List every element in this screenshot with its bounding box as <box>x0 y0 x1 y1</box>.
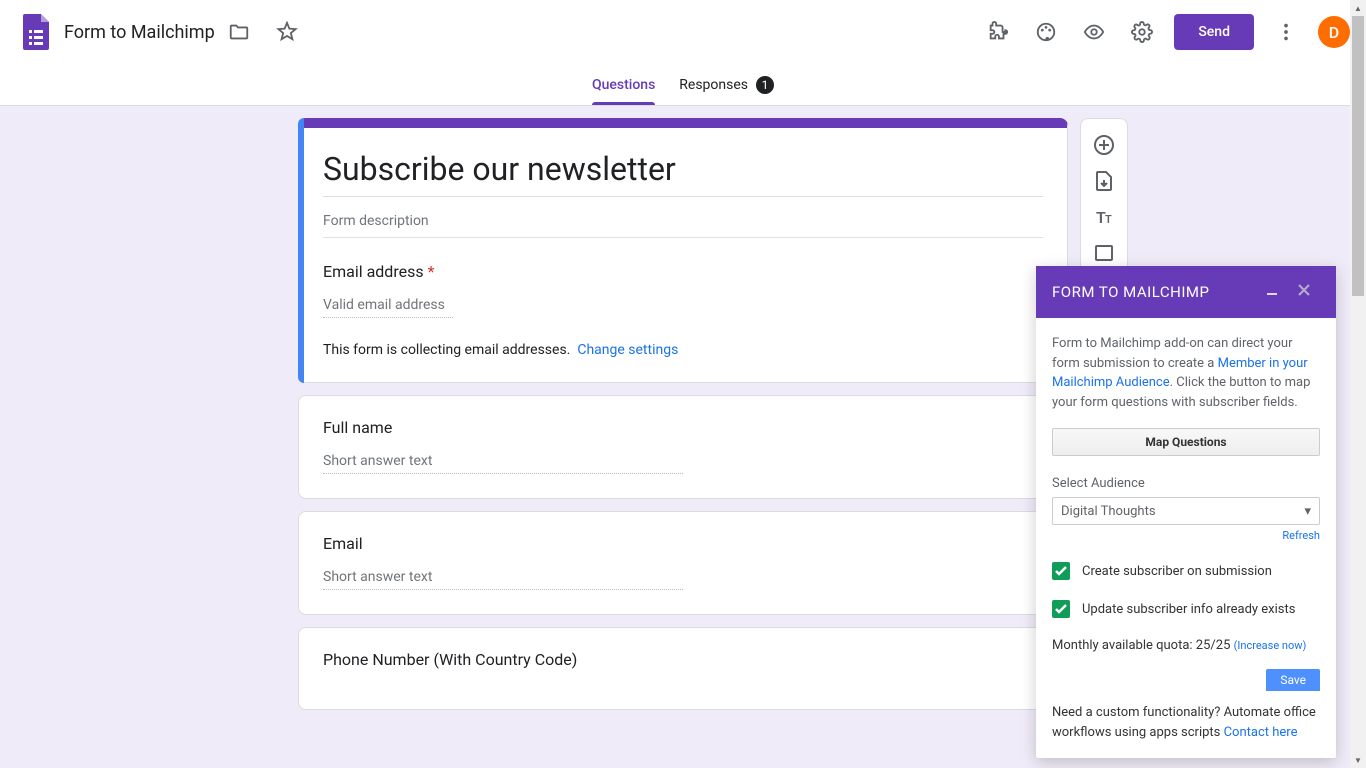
scroll-up-icon[interactable]: ▲ <box>1350 0 1366 16</box>
avatar[interactable]: D <box>1318 16 1350 48</box>
tabs-bar: Questions Responses 1 <box>0 64 1366 106</box>
panel-title: FORM TO MAILCHIMP <box>1052 283 1209 301</box>
question-card-fullname[interactable]: Full name Short answer text <box>298 395 1068 499</box>
email-notice: This form is collecting email addresses.… <box>323 342 1043 358</box>
scrollbar[interactable]: ▲ ▼ <box>1350 0 1366 768</box>
import-questions-icon[interactable] <box>1086 163 1122 199</box>
form-container: Subscribe our newsletter Form descriptio… <box>298 118 1068 722</box>
panel-footer-text: Need a custom functionality? Automate of… <box>1052 703 1320 742</box>
form-description[interactable]: Form description <box>323 205 1043 238</box>
addon-panel: FORM TO MAILCHIMP Form to Mailchimp add-… <box>1036 266 1336 758</box>
svg-text:T: T <box>1105 213 1112 226</box>
answer-placeholder: Short answer text <box>323 453 683 474</box>
responses-badge: 1 <box>756 76 774 94</box>
more-icon[interactable] <box>1262 8 1310 56</box>
checkbox-label: Create subscriber on submission <box>1082 564 1272 579</box>
refresh-link[interactable]: Refresh <box>1052 529 1320 542</box>
panel-description: Form to Mailchimp add-on can direct your… <box>1052 334 1320 412</box>
answer-placeholder: Short answer text <box>323 569 683 590</box>
settings-icon[interactable] <box>1118 8 1166 56</box>
folder-icon[interactable] <box>215 8 263 56</box>
checkbox-icon <box>1052 600 1070 618</box>
scrollbar-thumb[interactable] <box>1352 16 1364 296</box>
close-icon[interactable] <box>1288 278 1320 306</box>
question-card-phone[interactable]: Phone Number (With Country Code) <box>298 627 1068 710</box>
email-answer-placeholder: Valid email address <box>323 297 453 318</box>
panel-header: FORM TO MAILCHIMP <box>1036 266 1336 318</box>
palette-icon[interactable] <box>1022 8 1070 56</box>
checkbox-icon <box>1052 562 1070 580</box>
forms-logo-icon[interactable] <box>16 12 56 52</box>
title-card[interactable]: Subscribe our newsletter Form descriptio… <box>298 118 1068 383</box>
tab-questions[interactable]: Questions <box>592 64 655 105</box>
audience-select[interactable]: Digital Thoughts ▾ <box>1052 497 1320 525</box>
tab-responses[interactable]: Responses 1 <box>679 64 774 105</box>
chevron-down-icon: ▾ <box>1304 504 1311 519</box>
checkbox-label: Update subscriber info already exists <box>1082 602 1295 617</box>
map-questions-button[interactable]: Map Questions <box>1052 428 1320 456</box>
star-icon[interactable] <box>263 8 311 56</box>
checkbox-update-subscriber[interactable]: Update subscriber info already exists <box>1052 600 1320 618</box>
tab-label: Questions <box>592 77 655 93</box>
change-settings-link[interactable]: Change settings <box>577 342 678 358</box>
send-button[interactable]: Send <box>1174 14 1254 50</box>
app-header: Form to Mailchimp Send D <box>0 0 1366 64</box>
increase-now-link[interactable]: (Increase now) <box>1234 639 1307 652</box>
add-title-icon[interactable]: TT <box>1086 199 1122 235</box>
form-title[interactable]: Form to Mailchimp <box>64 22 215 43</box>
email-question-label: Email address * <box>323 262 1043 281</box>
question-card-email[interactable]: Email Short answer text <box>298 511 1068 615</box>
checkbox-create-subscriber[interactable]: Create subscriber on submission <box>1052 562 1320 580</box>
question-label: Email <box>323 534 1043 553</box>
preview-icon[interactable] <box>1070 8 1118 56</box>
question-label: Full name <box>323 418 1043 437</box>
floating-toolbar: TT <box>1080 118 1128 280</box>
audience-value: Digital Thoughts <box>1061 504 1156 519</box>
minimize-icon[interactable] <box>1256 278 1288 306</box>
question-label: Phone Number (With Country Code) <box>323 650 1043 669</box>
save-button[interactable]: Save <box>1266 669 1320 691</box>
tab-label: Responses <box>679 77 748 93</box>
form-heading[interactable]: Subscribe our newsletter <box>323 150 1043 197</box>
add-question-icon[interactable] <box>1086 127 1122 163</box>
addons-icon[interactable] <box>974 8 1022 56</box>
scroll-down-icon[interactable]: ▼ <box>1350 752 1366 768</box>
contact-link[interactable]: Contact here <box>1224 725 1298 740</box>
audience-label: Select Audience <box>1052 476 1320 491</box>
quota-text: Monthly available quota: 25/25 (Increase… <box>1052 638 1320 653</box>
